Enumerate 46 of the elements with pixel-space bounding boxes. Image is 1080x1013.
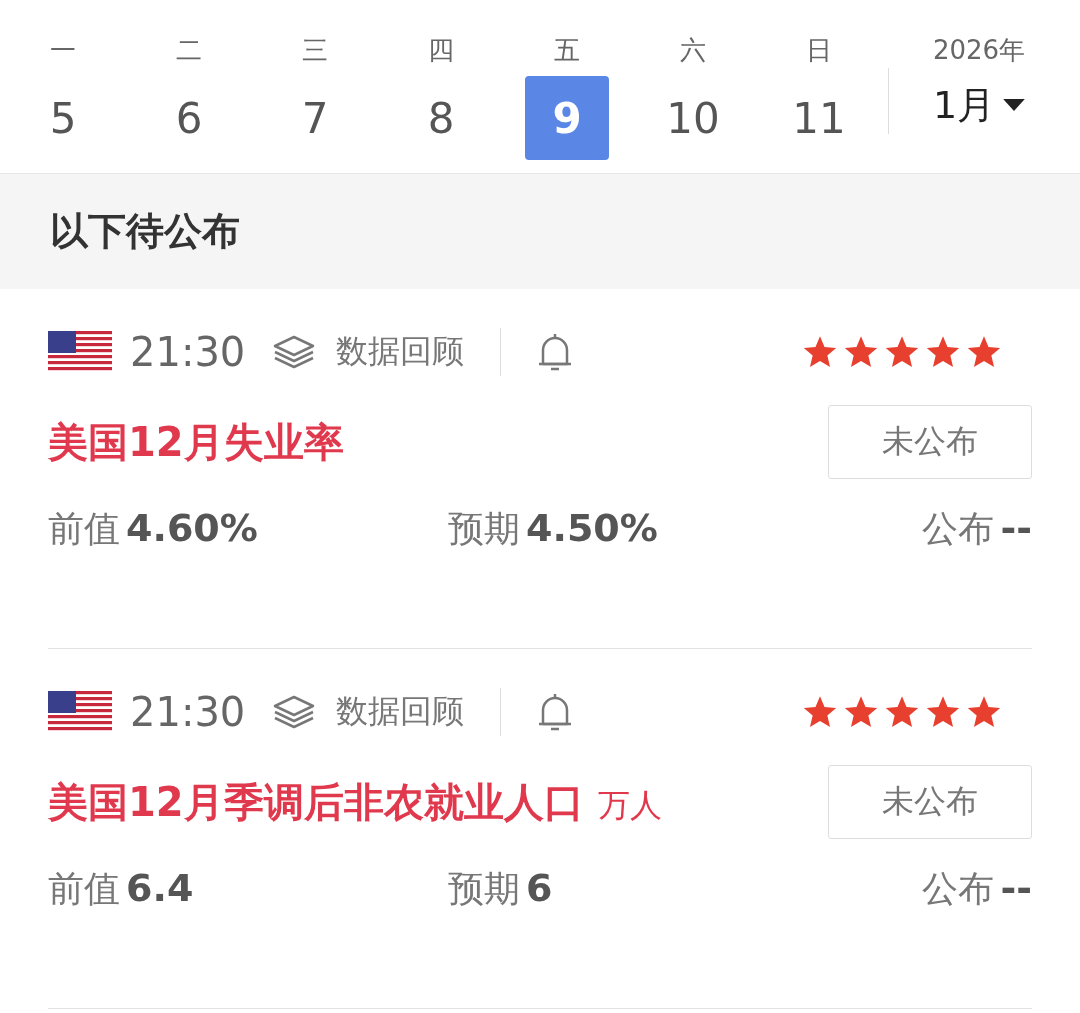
data-review-link[interactable]: 数据回顾 [272, 330, 464, 374]
layers-icon [272, 694, 316, 730]
data-review-link[interactable]: 数据回顾 [272, 690, 464, 734]
star-icon [884, 694, 920, 730]
star-icon [925, 334, 961, 370]
weekday-label: 一 [50, 34, 76, 67]
forecast-value: 预期 4.50% [448, 505, 658, 552]
weekday-label: 日 [806, 34, 832, 67]
status-badge: 未公布 [828, 765, 1032, 839]
section-title: 以下待公布 [50, 208, 240, 255]
previous-value: 前值 6.4 [48, 865, 195, 912]
flag-icon [48, 691, 112, 733]
event-time: 21:30 [130, 689, 247, 735]
previous-value: 前值 4.60% [48, 505, 259, 552]
layers-icon [272, 334, 316, 370]
star-icon [884, 334, 920, 370]
status-badge: 未公布 [828, 405, 1032, 479]
date-button[interactable]: 6 [147, 76, 231, 160]
date-button[interactable]: 11 [777, 76, 861, 160]
star-icon [802, 334, 838, 370]
actual-value: 公布-- [922, 505, 1032, 552]
event-time: 21:30 [130, 329, 247, 375]
star-icon [843, 334, 879, 370]
star-icon [802, 694, 838, 730]
date-button[interactable]: 7 [273, 76, 357, 160]
date-button[interactable]: 8 [399, 76, 483, 160]
weekday-label: 四 [428, 34, 454, 67]
star-icon [966, 694, 1002, 730]
caret-icon [1003, 99, 1026, 112]
forecast-value: 预期 6 [448, 865, 553, 912]
star-icon [843, 694, 879, 730]
month-dropdown[interactable]: 1月 [932, 80, 1026, 131]
date-button[interactable]: 9 [525, 76, 609, 160]
weekday-label: 三 [302, 34, 328, 67]
actual-value: 公布-- [922, 865, 1032, 912]
star-icon [966, 334, 1002, 370]
flag-icon [48, 331, 112, 373]
weekday-label: 六 [680, 34, 706, 67]
weekday-label: 五 [554, 34, 580, 67]
event-title: 美国12月失业率 [48, 417, 344, 467]
weekday-label: 二 [176, 34, 202, 67]
date-button[interactable]: 5 [21, 76, 105, 160]
year-label: 2026年 [932, 34, 1026, 67]
date-button[interactable]: 10 [651, 76, 735, 160]
star-icon [925, 694, 961, 730]
event-title: 美国12月季调后非农就业人口 万人 [48, 777, 662, 827]
